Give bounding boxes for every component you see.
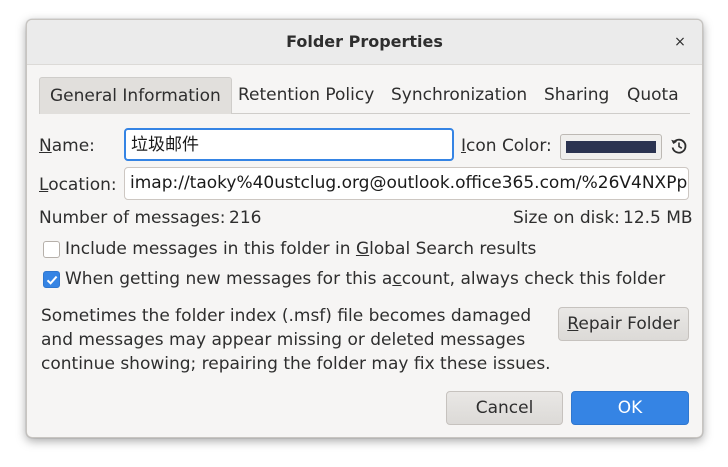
- titlebar: Folder Properties ×: [27, 20, 702, 65]
- tab-bar: General Information Retention Policy Syn…: [39, 77, 690, 114]
- reset-color-icon[interactable]: [669, 136, 689, 156]
- global-search-text-b: lobal Search results: [369, 239, 537, 259]
- check-folder-checkbox[interactable]: [43, 271, 60, 288]
- global-search-text-a: Include messages in this folder in: [65, 239, 356, 259]
- global-search-checkbox[interactable]: [43, 241, 60, 258]
- location-label-text: ocation:: [48, 175, 117, 195]
- folder-properties-dialog: Folder Properties × General Information …: [26, 19, 703, 438]
- tab-retention-policy[interactable]: Retention Policy: [228, 77, 384, 114]
- repair-description: Sometimes the folder index (.msf) file b…: [41, 306, 551, 374]
- tab-synchronization[interactable]: Synchronization: [381, 77, 537, 114]
- location-label-accel: L: [39, 175, 49, 195]
- check-folder-text-b: count, always check this folder: [401, 269, 666, 289]
- global-search-label[interactable]: Include messages in this folder in Globa…: [65, 239, 536, 259]
- checkmark-icon: [46, 275, 58, 285]
- tab-sharing[interactable]: Sharing: [534, 77, 619, 114]
- location-label: Location:: [39, 175, 117, 195]
- name-field[interactable]: 垃圾邮件: [124, 128, 454, 161]
- size-value: 12.5 MB: [623, 208, 693, 228]
- repair-folder-button[interactable]: Repair Folder: [558, 307, 689, 341]
- name-label: Name:: [39, 136, 95, 156]
- ok-button[interactable]: OK: [571, 391, 689, 425]
- messages-count: 216: [229, 208, 262, 228]
- tab-quota[interactable]: Quota: [617, 77, 689, 114]
- check-folder-accel: c: [392, 269, 402, 289]
- location-field[interactable]: imap://taoky%40ustclug.org@outlook.offic…: [124, 167, 689, 200]
- close-icon: ×: [674, 34, 686, 50]
- dialog-title: Folder Properties: [286, 32, 443, 51]
- icon-color-label: Icon Color:: [461, 136, 552, 156]
- repair-text: epair Folder: [578, 314, 680, 334]
- cancel-button[interactable]: Cancel: [446, 391, 563, 425]
- icon-color-fill: [566, 141, 656, 153]
- icon-color-picker[interactable]: [560, 134, 662, 160]
- repair-accel: R: [567, 314, 579, 334]
- check-folder-label[interactable]: When getting new messages for this accou…: [65, 269, 665, 289]
- global-search-accel: G: [355, 239, 370, 259]
- name-label-text: ame:: [51, 136, 95, 156]
- tab-general-information[interactable]: General Information: [39, 77, 232, 114]
- close-button[interactable]: ×: [669, 31, 691, 53]
- check-folder-text-a: When getting new messages for this a: [65, 269, 393, 289]
- name-label-accel: N: [39, 136, 52, 156]
- size-label: Size on disk:: [513, 208, 620, 228]
- messages-label: Number of messages:: [39, 208, 226, 228]
- icon-color-label-text: con Color:: [466, 136, 552, 156]
